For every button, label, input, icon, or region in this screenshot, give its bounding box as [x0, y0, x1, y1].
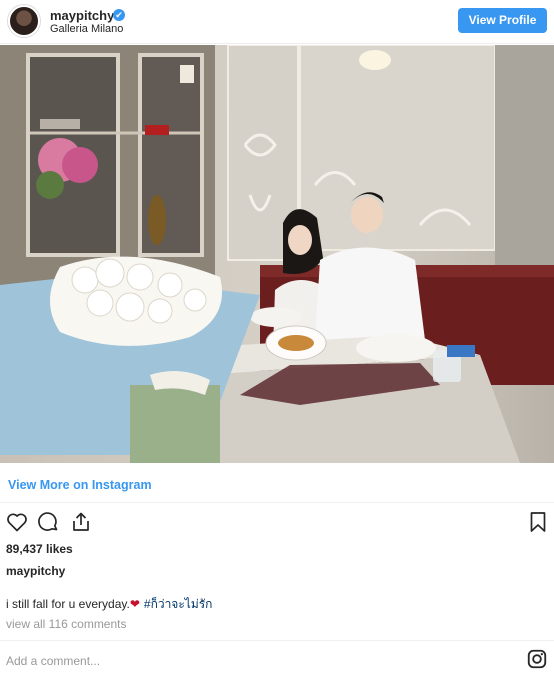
comment-bubble-icon[interactable] [36, 510, 60, 534]
view-comments-link[interactable]: view all 116 comments [6, 617, 127, 631]
caption-username[interactable]: maypitchy [6, 564, 65, 578]
add-comment-input[interactable]: Add a comment... [6, 654, 100, 668]
username[interactable]: maypitchy [50, 8, 114, 23]
view-profile-button[interactable]: View Profile [458, 8, 547, 33]
heart-icon[interactable] [5, 510, 29, 534]
verified-badge-icon: ✔ [113, 9, 125, 21]
share-icon[interactable] [69, 510, 93, 534]
divider [0, 640, 554, 641]
hashtag-link[interactable]: #ก็ว่าจะไม่รัก [144, 597, 213, 611]
post-header: maypitchy ✔ Galleria Milano View Profile [0, 0, 554, 44]
bookmark-icon[interactable] [526, 510, 550, 534]
avatar[interactable] [8, 5, 40, 37]
location-link[interactable]: Galleria Milano [50, 23, 123, 35]
view-more-link[interactable]: View More on Instagram [8, 478, 152, 492]
caption: i still fall for u everyday.❤ #ก็ว่าจะไม่… [6, 595, 212, 614]
heart-emoji: ❤ [129, 597, 140, 611]
post-photo[interactable] [0, 45, 554, 463]
instagram-logo-icon[interactable] [526, 648, 548, 670]
divider [0, 502, 554, 503]
caption-text: i still fall for u everyday. [6, 597, 130, 611]
likes-count[interactable]: 89,437 likes [6, 542, 73, 556]
